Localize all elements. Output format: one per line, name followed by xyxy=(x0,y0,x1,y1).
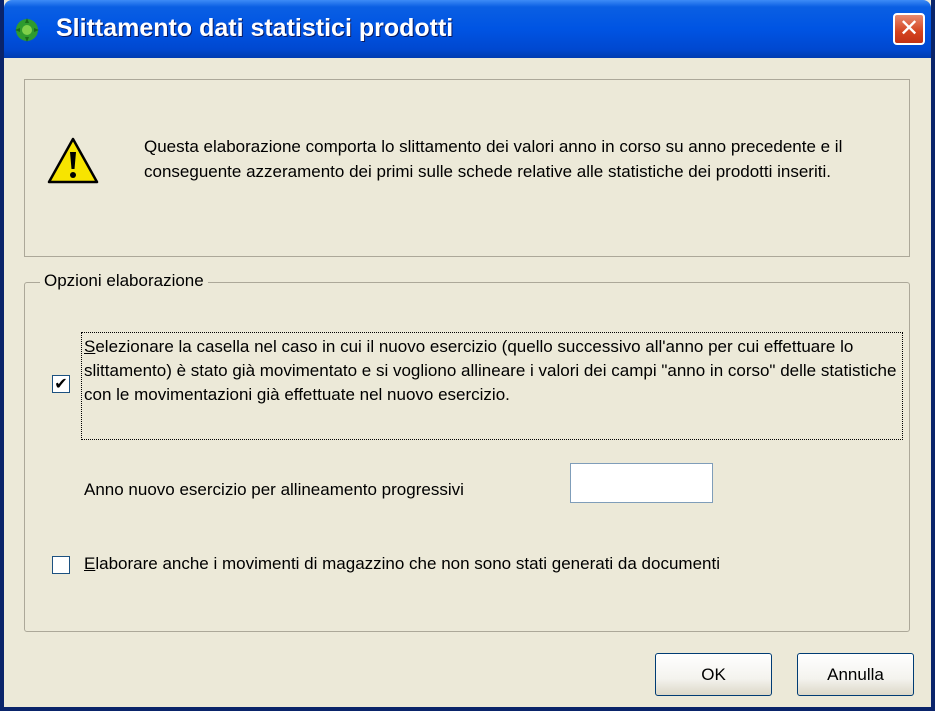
warehouse-label-text: laborare anche i movimenti di magazzino … xyxy=(95,554,720,573)
warehouse-checkbox-label[interactable]: Elaborare anche i movimenti di magazzino… xyxy=(84,554,720,574)
info-message: Questa elaborazione comporta lo slittame… xyxy=(144,137,843,181)
align-checkbox-label[interactable]: Selezionare la casella nel caso in cui i… xyxy=(84,335,900,407)
close-icon: ✕ xyxy=(898,14,920,42)
cancel-button[interactable]: Annulla xyxy=(797,653,914,696)
align-label-accel: S xyxy=(84,337,96,356)
checkmark-icon: ✔ xyxy=(54,374,68,393)
align-label-text: elezionare la casella nel caso in cui il… xyxy=(84,337,897,404)
options-legend: Opzioni elaborazione xyxy=(40,271,208,291)
window-title: Slittamento dati statistici prodotti xyxy=(56,14,454,42)
app-icon xyxy=(15,18,39,42)
close-button[interactable]: ✕ xyxy=(893,13,925,45)
ok-button[interactable]: OK xyxy=(655,653,772,696)
year-label: Anno nuovo esercizio per allineamento pr… xyxy=(84,480,464,499)
warehouse-checkbox[interactable] xyxy=(52,556,70,574)
warning-icon xyxy=(47,137,99,184)
title-bar[interactable]: Slittamento dati statistici prodotti ✕ xyxy=(4,0,931,58)
dialog-window: Slittamento dati statistici prodotti ✕ Q… xyxy=(0,0,935,711)
align-checkbox[interactable]: ✔ xyxy=(52,375,70,393)
warehouse-label-accel: E xyxy=(84,554,96,573)
year-input[interactable] xyxy=(570,463,713,503)
